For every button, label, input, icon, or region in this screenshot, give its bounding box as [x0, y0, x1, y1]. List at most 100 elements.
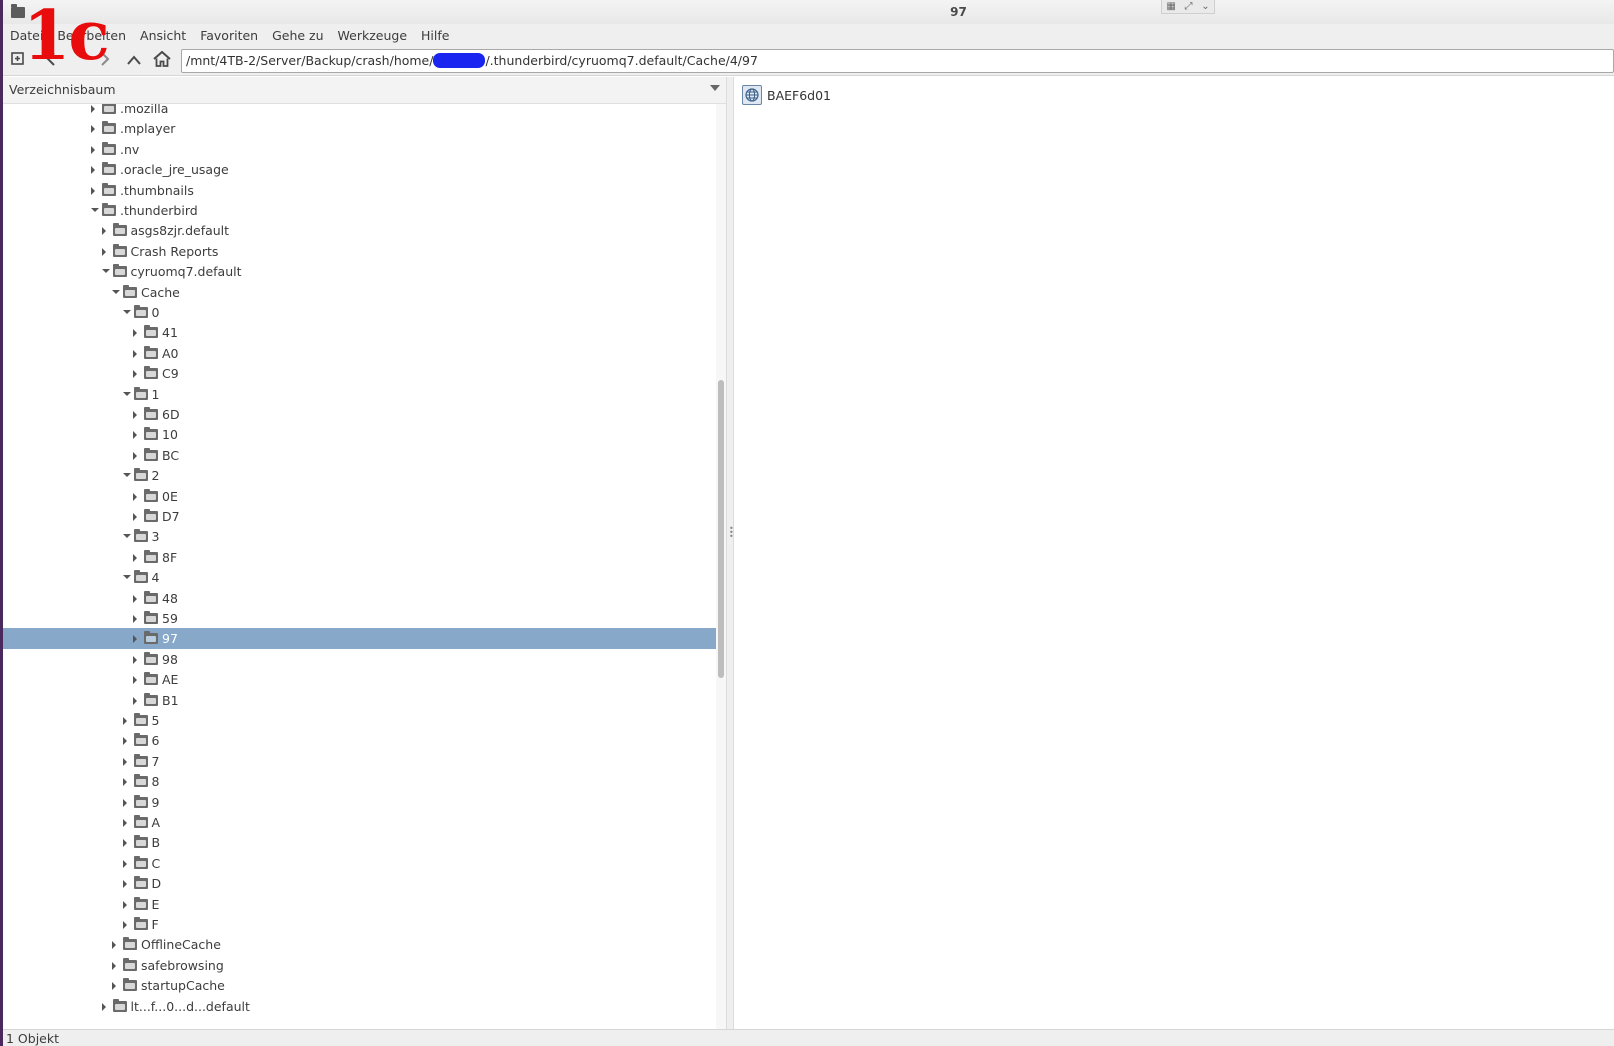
collapsed-arrow-icon[interactable]: [91, 105, 95, 113]
collapsed-arrow-icon[interactable]: [133, 594, 137, 603]
expanded-arrow-icon[interactable]: [122, 575, 131, 580]
collapsed-arrow-icon[interactable]: [112, 982, 116, 991]
collapsed-arrow-icon[interactable]: [133, 431, 137, 440]
tree-row-selected[interactable]: 97: [3, 628, 734, 650]
tree-row[interactable]: A0: [3, 343, 734, 364]
expanded-arrow-icon[interactable]: [122, 391, 131, 396]
tree-row[interactable]: 3: [3, 526, 734, 547]
tree-row[interactable]: 0E: [3, 486, 734, 507]
expanded-arrow-icon[interactable]: [91, 208, 99, 212]
tree-row[interactable]: C: [3, 853, 734, 874]
collapsed-arrow-icon[interactable]: [133, 655, 137, 664]
collapsed-arrow-icon[interactable]: [122, 839, 127, 848]
tree-row[interactable]: 41: [3, 322, 734, 343]
location-bar[interactable]: /mnt/4TB-2/Server/Backup/crash/home/ /.th…: [181, 49, 1614, 73]
collapsed-arrow-icon[interactable]: [112, 961, 116, 970]
tree-row[interactable]: 0: [3, 302, 734, 323]
collapsed-arrow-icon[interactable]: [122, 819, 127, 827]
tree-row[interactable]: 6D: [3, 404, 734, 425]
tree-row[interactable]: .mozilla: [3, 104, 734, 119]
collapsed-arrow-icon[interactable]: [101, 247, 106, 256]
tree-row[interactable]: 59: [3, 608, 734, 629]
tree-row[interactable]: .mplayer: [3, 118, 734, 139]
collapsed-arrow-icon[interactable]: [112, 941, 116, 950]
collapsed-arrow-icon[interactable]: [122, 921, 127, 929]
collapsed-arrow-icon[interactable]: [122, 737, 127, 746]
collapsed-arrow-icon[interactable]: [133, 615, 137, 623]
menu-favoriten[interactable]: Favoriten: [200, 28, 258, 43]
collapsed-arrow-icon[interactable]: [133, 411, 137, 419]
expanded-arrow-icon[interactable]: [122, 310, 131, 314]
tree-row[interactable]: lt...f...0...d...default: [3, 996, 734, 1017]
tree-row[interactable]: startupCache: [3, 975, 734, 996]
collapsed-arrow-icon[interactable]: [133, 329, 137, 338]
up-button[interactable]: [124, 51, 144, 71]
collapsed-arrow-icon[interactable]: [133, 513, 137, 521]
menu-gehe-zu[interactable]: Gehe zu: [272, 28, 323, 43]
tree-row[interactable]: D: [3, 873, 734, 894]
maximize-icon[interactable]: ⤢: [1185, 1, 1193, 12]
collapsed-arrow-icon[interactable]: [91, 166, 95, 175]
grid-icon[interactable]: ▦: [1166, 1, 1175, 12]
tree-row[interactable]: 98: [3, 649, 734, 670]
tree-row[interactable]: 2: [3, 465, 734, 486]
tree-row[interactable]: OfflineCache: [3, 934, 734, 955]
scrollbar-thumb[interactable]: [718, 380, 724, 678]
expanded-arrow-icon[interactable]: [122, 473, 131, 478]
collapsed-arrow-icon[interactable]: [122, 757, 127, 766]
tree-row[interactable]: Crash Reports: [3, 241, 734, 262]
collapsed-arrow-icon[interactable]: [91, 125, 95, 134]
tree-row[interactable]: Cache: [3, 282, 734, 303]
collapsed-arrow-icon[interactable]: [122, 798, 127, 807]
pane-splitter[interactable]: • • •: [726, 77, 734, 1029]
tree-row[interactable]: D7: [3, 506, 734, 527]
tree-row[interactable]: 48: [3, 588, 734, 609]
collapsed-arrow-icon[interactable]: [122, 859, 127, 868]
menu-ansicht[interactable]: Ansicht: [140, 28, 186, 43]
tree-row[interactable]: .nv: [3, 139, 734, 160]
expanded-arrow-icon[interactable]: [122, 534, 131, 539]
dropdown-arrow-icon[interactable]: [710, 85, 720, 91]
expanded-arrow-icon[interactable]: [112, 289, 120, 294]
tree-scrollbar[interactable]: [716, 104, 726, 1029]
tree-row[interactable]: 7: [3, 751, 734, 772]
collapsed-arrow-icon[interactable]: [133, 370, 137, 379]
tree-row[interactable]: .thunderbird: [3, 200, 734, 221]
collapsed-arrow-icon[interactable]: [133, 676, 137, 685]
collapsed-arrow-icon[interactable]: [122, 778, 127, 787]
collapsed-arrow-icon[interactable]: [122, 880, 127, 889]
tree-row[interactable]: cyruomq7.default: [3, 261, 734, 282]
tree-row[interactable]: 6: [3, 730, 734, 751]
tree-row[interactable]: B: [3, 832, 734, 853]
expanded-arrow-icon[interactable]: [101, 269, 110, 274]
panel-selector[interactable]: Verzeichnisbaum: [3, 77, 734, 104]
collapsed-arrow-icon[interactable]: [101, 227, 106, 236]
tree-row[interactable]: E: [3, 894, 734, 915]
collapsed-arrow-icon[interactable]: [101, 1002, 106, 1011]
tree-row[interactable]: AE: [3, 669, 734, 690]
tree-row[interactable]: .oracle_jre_usage: [3, 159, 734, 180]
tree-row[interactable]: BC: [3, 445, 734, 466]
tree-row[interactable]: safebrowsing: [3, 955, 734, 976]
tree-row[interactable]: 8F: [3, 547, 734, 568]
collapsed-arrow-icon[interactable]: [122, 717, 127, 725]
chevron-down-icon[interactable]: ⌄: [1201, 1, 1209, 12]
tree-row[interactable]: C9: [3, 363, 734, 384]
collapsed-arrow-icon[interactable]: [133, 553, 137, 562]
collapsed-arrow-icon[interactable]: [133, 635, 137, 644]
home-button[interactable]: [152, 50, 172, 71]
menu-werkzeuge[interactable]: Werkzeuge: [338, 28, 408, 43]
tree-row[interactable]: 8: [3, 771, 734, 792]
file-item[interactable]: BAEF6d01: [742, 84, 831, 106]
tree-row[interactable]: .thumbnails: [3, 180, 734, 201]
collapsed-arrow-icon[interactable]: [133, 492, 137, 501]
tree-row[interactable]: A: [3, 812, 734, 833]
tree-row[interactable]: 9: [3, 792, 734, 813]
tree-row[interactable]: asgs8zjr.default: [3, 220, 734, 241]
menu-hilfe[interactable]: Hilfe: [421, 28, 449, 43]
collapsed-arrow-icon[interactable]: [91, 145, 95, 154]
collapsed-arrow-icon[interactable]: [133, 696, 137, 705]
collapsed-arrow-icon[interactable]: [91, 186, 95, 195]
collapsed-arrow-icon[interactable]: [133, 349, 137, 358]
collapsed-arrow-icon[interactable]: [133, 451, 137, 460]
